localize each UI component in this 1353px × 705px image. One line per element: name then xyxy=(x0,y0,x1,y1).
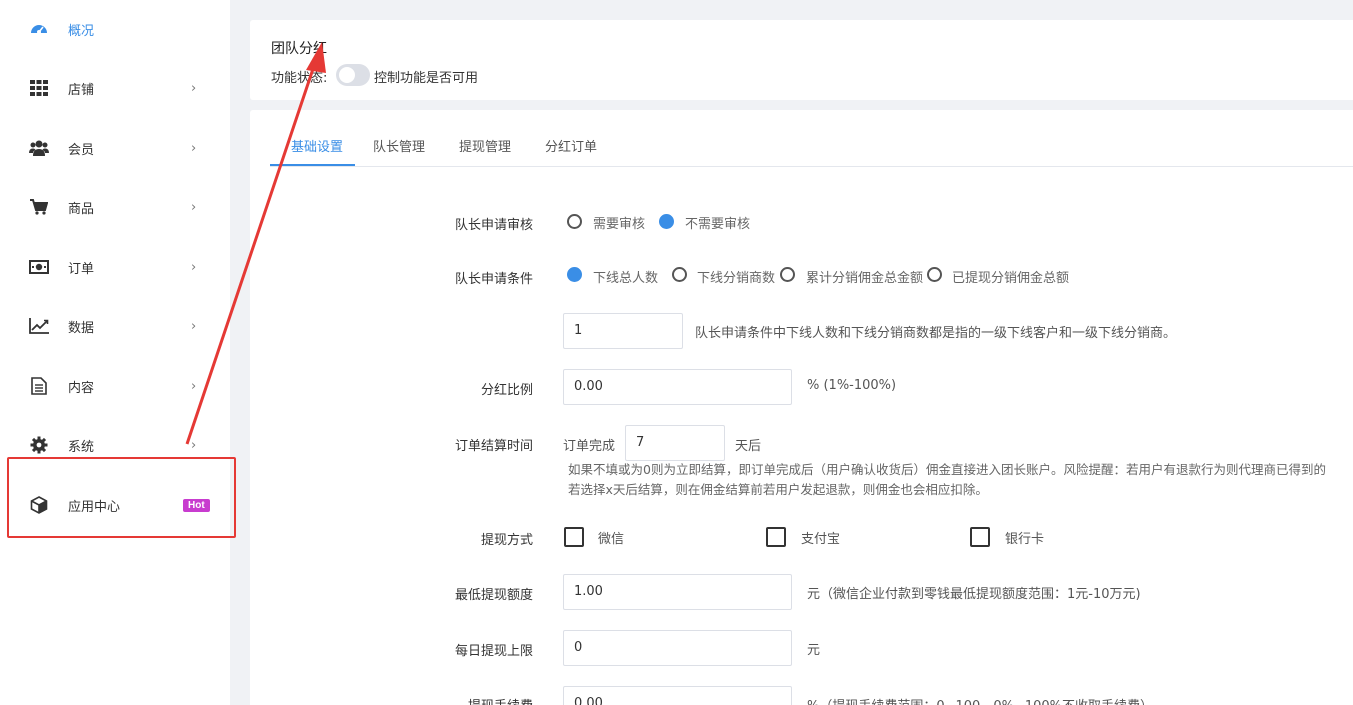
checkbox-bank-card[interactable] xyxy=(970,527,990,547)
radio-downline-distributors[interactable] xyxy=(672,267,687,282)
status-label: 功能状态: xyxy=(271,71,328,86)
ratio-label: 分红比例 xyxy=(480,383,533,398)
radio-no-audit[interactable] xyxy=(659,214,674,229)
checkbox-label: 微信 xyxy=(598,532,625,547)
daily-limit-label: 每日提现上限 xyxy=(454,644,533,659)
money-icon xyxy=(29,257,49,277)
radio-label: 累计分销佣金总金额 xyxy=(806,271,924,286)
sidebar-item-store[interactable]: 店铺 › xyxy=(0,68,230,108)
sidebar: 概况 店铺 › 会员 › 商品 › 订单 › 数据 › 内容 › 系统 › 应用… xyxy=(0,0,236,705)
radio-total-commission[interactable] xyxy=(780,267,795,282)
chart-line-icon xyxy=(29,316,49,336)
ratio-input[interactable]: 0.00 xyxy=(563,369,792,405)
sidebar-item-label: 内容 xyxy=(68,380,95,396)
sidebar-item-data[interactable]: 数据 › xyxy=(0,306,230,346)
daily-limit-note: 元 xyxy=(807,643,821,658)
fee-input[interactable]: 0.00 xyxy=(563,686,792,705)
ratio-note: % (1%-100%) xyxy=(807,378,897,393)
settle-label: 订单结算时间 xyxy=(454,439,533,454)
radio-withdrawn-commission[interactable] xyxy=(927,267,942,282)
sidebar-item-label: 店铺 xyxy=(68,82,95,98)
fee-note: %（提现手续费范围：0~100，0%~100%不收取手续费） xyxy=(807,695,1153,705)
chevron-right-icon: › xyxy=(191,437,197,453)
settle-prefix: 订单完成 xyxy=(563,439,616,454)
cart-icon xyxy=(29,197,49,217)
sidebar-item-system[interactable]: 系统 › xyxy=(0,425,230,465)
checkbox-label: 支付宝 xyxy=(801,532,841,547)
settle-days-input[interactable]: 7 xyxy=(625,425,725,461)
page-title: 团队分红 xyxy=(271,41,327,57)
tab-bar: 基础设置 队长管理 提现管理 分红订单 xyxy=(270,110,1353,167)
radio-label: 下线分销商数 xyxy=(697,271,776,286)
chevron-right-icon: › xyxy=(191,318,197,334)
sidebar-item-app-center[interactable]: 应用中心 Hot xyxy=(0,485,230,525)
chevron-right-icon: › xyxy=(191,199,197,215)
radio-need-audit[interactable] xyxy=(567,214,582,229)
tab-basic-settings[interactable]: 基础设置 xyxy=(291,136,343,155)
sidebar-item-products[interactable]: 商品 › xyxy=(0,187,230,227)
settings-card: 基础设置 队长管理 提现管理 分红订单 队长申请审核 需要审核 不需要审核 队长… xyxy=(250,110,1353,705)
sidebar-item-label: 概况 xyxy=(68,23,95,39)
checkbox-wechat[interactable] xyxy=(564,527,584,547)
users-icon xyxy=(29,138,49,158)
min-withdraw-note: 元（微信企业付款到零钱最低提现额度范围：1元-10万元) xyxy=(807,587,1141,602)
condition-value-input[interactable]: 1 xyxy=(563,313,683,349)
chevron-right-icon: › xyxy=(191,378,197,394)
grid-icon xyxy=(29,78,49,98)
checkbox-alipay[interactable] xyxy=(766,527,786,547)
chevron-right-icon: › xyxy=(191,140,197,156)
settle-suffix: 天后 xyxy=(735,439,762,454)
min-withdraw-label: 最低提现额度 xyxy=(454,588,533,603)
radio-total-downline[interactable] xyxy=(567,267,582,282)
cube-icon xyxy=(29,495,49,515)
daily-limit-input[interactable]: 0 xyxy=(563,630,792,666)
sidebar-item-label: 系统 xyxy=(68,439,95,455)
min-withdraw-input[interactable]: 1.00 xyxy=(563,574,792,610)
sidebar-item-members[interactable]: 会员 › xyxy=(0,128,230,168)
document-icon xyxy=(29,376,49,396)
settle-help-line1: 如果不填或为0则为立即结算，即订单完成后（用户确认收货后）佣金直接进入团长账户。… xyxy=(568,462,1326,477)
chevron-right-icon: › xyxy=(191,259,197,275)
withdraw-method-label: 提现方式 xyxy=(480,533,533,548)
tab-dividend-orders[interactable]: 分红订单 xyxy=(545,136,597,155)
settle-help-line2: 若选择x天后结算，则在佣金结算前若用户发起退款，则佣金也会相应扣除。 xyxy=(568,482,988,497)
hot-badge: Hot xyxy=(183,498,210,512)
tab-captain-management[interactable]: 队长管理 xyxy=(373,136,425,155)
sidebar-item-label: 会员 xyxy=(68,142,95,158)
dashboard-icon xyxy=(29,19,49,39)
sidebar-item-overview[interactable]: 概况 xyxy=(0,9,230,49)
active-tab-indicator xyxy=(270,164,355,166)
sidebar-item-label: 数据 xyxy=(68,320,95,336)
feature-toggle-switch[interactable] xyxy=(336,64,370,86)
audit-label: 队长申请审核 xyxy=(454,218,533,233)
chevron-right-icon: › xyxy=(191,80,197,96)
sidebar-item-content[interactable]: 内容 › xyxy=(0,366,230,406)
feature-header-card: 团队分红 功能状态: 控制功能是否可用 xyxy=(250,20,1353,100)
radio-label: 下线总人数 xyxy=(593,271,659,286)
sidebar-item-label: 商品 xyxy=(68,201,95,217)
fee-label: 提现手续费 xyxy=(393,695,533,705)
sidebar-item-orders[interactable]: 订单 › xyxy=(0,247,230,287)
radio-label: 已提现分销佣金总额 xyxy=(952,271,1070,286)
sidebar-item-label: 订单 xyxy=(68,261,95,277)
radio-label: 需要审核 xyxy=(593,217,646,232)
sidebar-item-label: 应用中心 xyxy=(68,499,121,515)
checkbox-label: 银行卡 xyxy=(1005,532,1045,547)
tab-withdraw-management[interactable]: 提现管理 xyxy=(459,136,511,155)
condition-note: 队长申请条件中下线人数和下线分销商数都是指的一级下线客户和一级下线分销商。 xyxy=(695,326,1177,341)
radio-label: 不需要审核 xyxy=(685,217,751,232)
switch-hint: 控制功能是否可用 xyxy=(374,71,479,86)
condition-label: 队长申请条件 xyxy=(454,272,533,287)
gear-icon xyxy=(29,435,49,455)
